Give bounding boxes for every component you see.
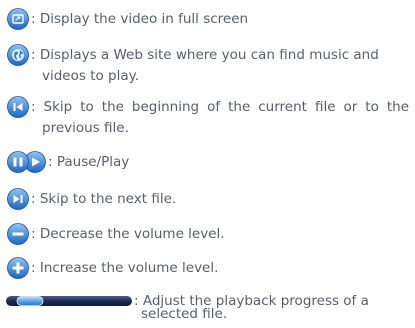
volume-decrease-description: : Decrease the volume level.: [31, 226, 225, 242]
skip-next-icon: [7, 188, 29, 210]
web-description-line1: : Displays a Web site where you can find…: [31, 47, 379, 63]
progress-slider-icon: [5, 290, 133, 312]
progress-description-line2: selected file.: [141, 306, 228, 322]
volume-increase-icon: [7, 257, 29, 279]
volume-increase-description: : Increase the volume level.: [31, 260, 219, 276]
globe-icon: [7, 44, 29, 66]
volume-decrease-icon: [7, 223, 29, 245]
skip-back-description-line1: : Skip to the beginning of the current f…: [31, 99, 409, 115]
skip-next-description: : Skip to the next file.: [31, 191, 177, 207]
fullscreen-icon: [7, 8, 29, 30]
fullscreen-description: : Display the video in full screen: [31, 11, 249, 27]
skip-back-icon: [7, 96, 29, 118]
pause-play-icon: [7, 151, 47, 173]
pause-play-description: : Pause/Play: [48, 154, 130, 170]
skip-back-description-line2: previous file.: [42, 120, 129, 136]
web-description-line2: videos to play.: [42, 68, 139, 84]
